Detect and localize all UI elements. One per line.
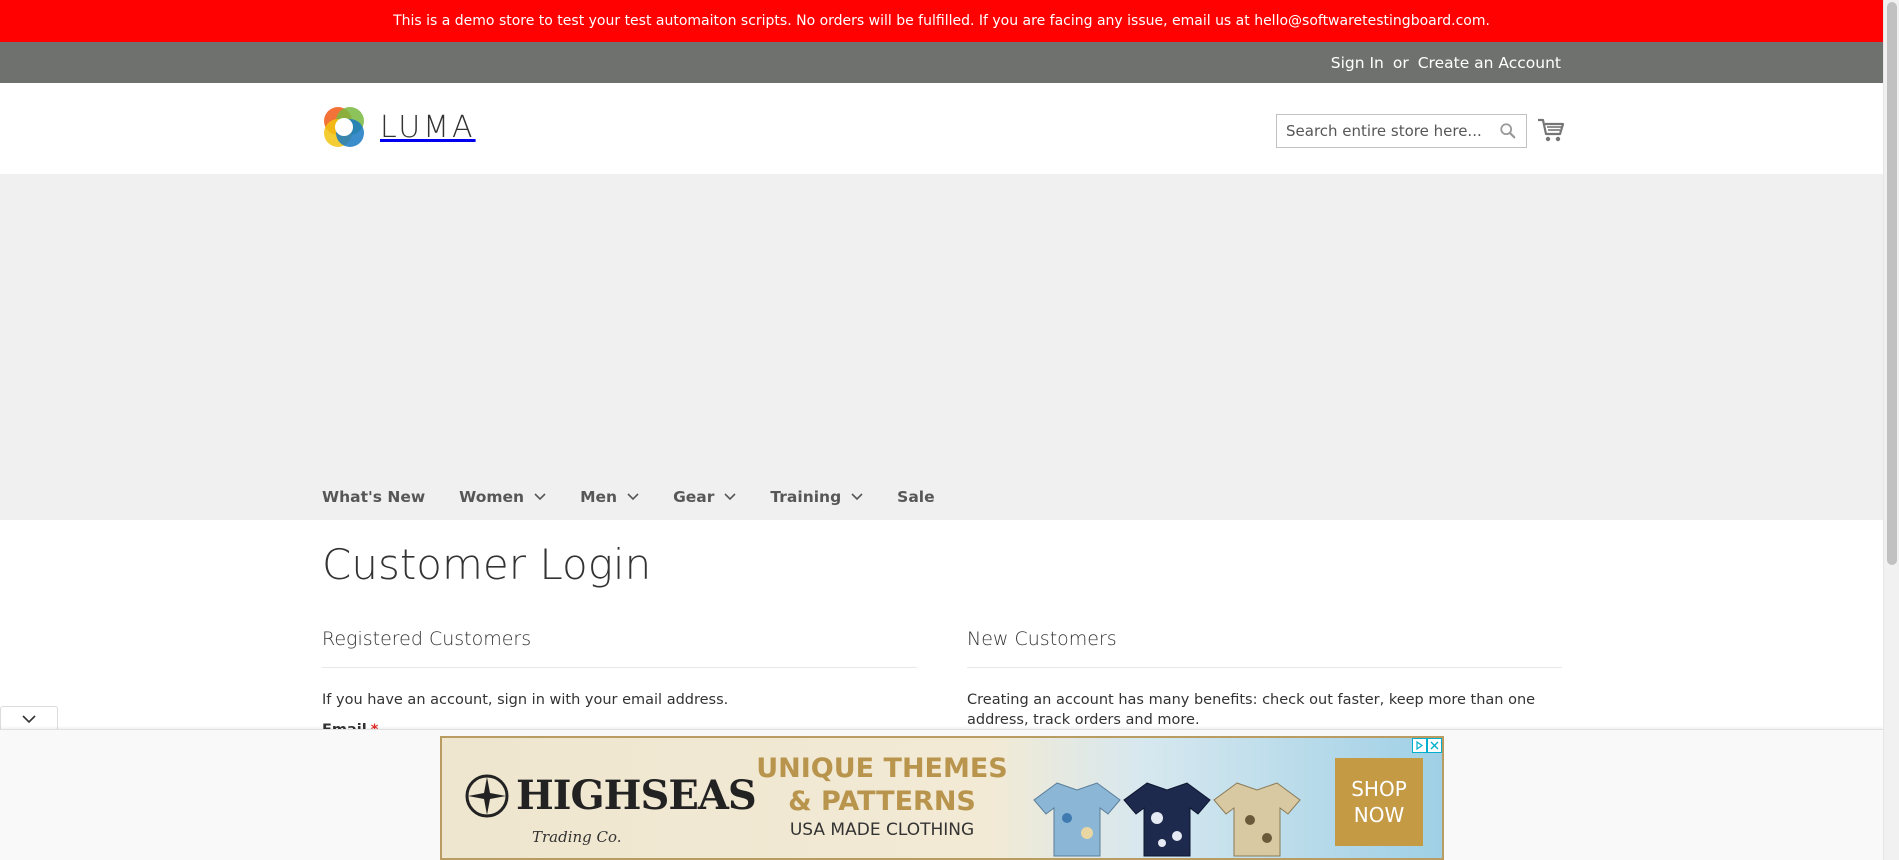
header-links: Sign In or Create an Account <box>1331 42 1561 83</box>
nav-item-label: Gear <box>673 488 715 506</box>
compass-icon <box>465 774 509 817</box>
demo-notice-text: This is a demo store to test your test a… <box>393 13 1490 29</box>
registered-customers-heading: Registered Customers <box>322 628 917 668</box>
logo-text: LUMA <box>380 109 476 145</box>
panel-header: Sign In or Create an Account <box>0 42 1883 83</box>
create-account-link[interactable]: Create an Account <box>1418 54 1561 72</box>
ad-brand-name: HIGHSEAS <box>516 772 757 819</box>
chevron-down-icon <box>627 493 639 501</box>
scrollbar-thumb[interactable] <box>1887 2 1897 565</box>
chevron-down-icon <box>724 493 736 501</box>
ad-collapse-button[interactable] <box>0 706 58 731</box>
cart-icon[interactable] <box>1537 117 1565 143</box>
ad-headline: UNIQUE THEMES & PATTERNS <box>732 752 1032 818</box>
page-title: Customer Login <box>322 540 652 589</box>
ad-shop-now-button[interactable]: SHOP NOW <box>1335 758 1423 846</box>
sign-in-link[interactable]: Sign In <box>1331 54 1384 72</box>
nav-item-men[interactable]: Men <box>580 488 639 506</box>
chevron-down-icon <box>534 493 546 501</box>
ad-info-icon[interactable] <box>1412 738 1427 753</box>
luma-logo-icon <box>324 107 364 147</box>
shirt-image <box>1213 782 1301 857</box>
new-customers-text: Creating an account has many benefits: c… <box>967 692 1536 728</box>
new-customers-block: New Customers Creating an account has ma… <box>967 628 1562 730</box>
nav-item-training[interactable]: Training <box>770 488 863 506</box>
new-customers-heading: New Customers <box>967 628 1562 668</box>
ad-headline-line1: UNIQUE THEMES <box>756 753 1008 784</box>
header-content: LUMA <box>0 83 1883 174</box>
nav-item-label: What's New <box>322 488 426 506</box>
nav-item-whats-new[interactable]: What's New <box>322 488 425 506</box>
chevron-down-icon <box>22 714 36 723</box>
ad-choices <box>1412 738 1442 753</box>
ad-cta-line1: SHOP <box>1351 777 1407 801</box>
search-box <box>1276 114 1527 148</box>
registered-customers-block: Registered Customers If you have an acco… <box>322 628 917 710</box>
main-navigation: What's New Women Men Gear Training Sale <box>322 474 969 520</box>
nav-item-gear[interactable]: Gear <box>673 488 736 506</box>
registered-customers-text: If you have an account, sign in with you… <box>322 692 729 708</box>
nav-item-label: Men <box>580 488 618 506</box>
shirt-image <box>1123 782 1211 857</box>
advertisement-banner[interactable]: HIGHSEAS Trading Co. UNIQUE THEMES & PAT… <box>440 736 1444 860</box>
search-icon[interactable] <box>1499 122 1517 140</box>
ad-headline-line2: & PATTERNS <box>788 786 976 817</box>
chevron-down-icon <box>851 493 863 501</box>
search-input[interactable] <box>1286 122 1499 140</box>
ad-brand-sub: Trading Co. <box>532 828 622 846</box>
hero-area: What's New Women Men Gear Training Sale <box>0 174 1883 520</box>
nav-item-label: Training <box>770 488 842 506</box>
ad-close-icon[interactable] <box>1427 738 1442 753</box>
ad-cta-line2: NOW <box>1353 803 1405 827</box>
nav-item-women[interactable]: Women <box>459 488 546 506</box>
page-scrollbar[interactable] <box>1883 0 1899 860</box>
shirt-image <box>1033 782 1121 857</box>
demo-notice-banner: This is a demo store to test your test a… <box>0 0 1883 42</box>
nav-item-label: Women <box>459 488 525 506</box>
logo-link[interactable]: LUMA <box>322 105 476 149</box>
ad-brand: HIGHSEAS <box>464 772 757 819</box>
or-text: or <box>1392 53 1409 72</box>
nav-item-sale[interactable]: Sale <box>897 488 934 506</box>
ad-subline: USA MADE CLOTHING <box>789 820 975 840</box>
nav-item-label: Sale <box>897 488 935 506</box>
